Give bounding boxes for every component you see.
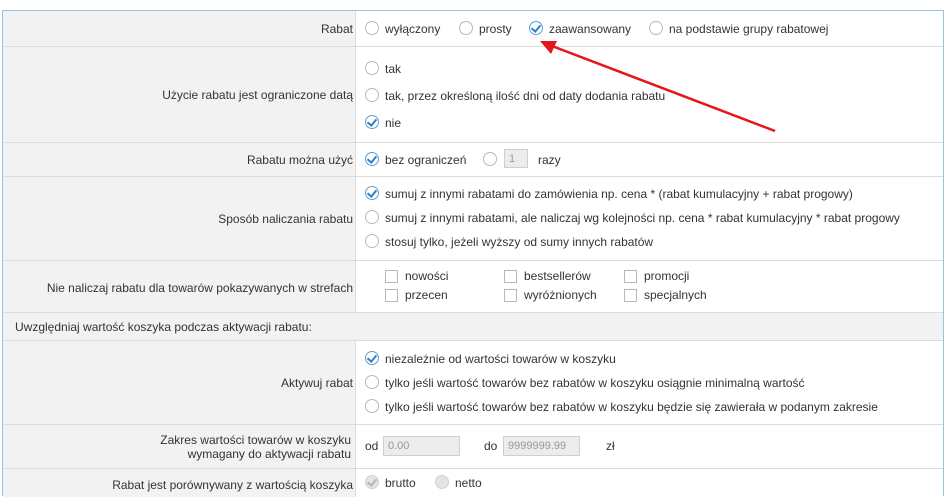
radio-date-days[interactable] (365, 88, 379, 102)
checkbox-zone-nowosci[interactable] (385, 270, 398, 283)
row-rabat: Rabat wyłączony prosty zaawansowany na p… (3, 11, 943, 47)
row-activate: Aktywuj rabat niezależnie od wartości to… (3, 341, 943, 425)
usage-values: bez ograniczeń 1 razy (355, 143, 943, 176)
calc-method-values: sumuj z innymi rabatami do zamówienia np… (355, 177, 943, 260)
calc-option-label: sumuj z innymi rabatami do zamówienia np… (385, 187, 853, 201)
activate-option-label: tylko jeśli wartość towarów bez rabatów … (385, 400, 878, 414)
radio-activate-always[interactable] (365, 351, 379, 365)
checkbox-zone-bestsellerow[interactable] (504, 270, 517, 283)
discount-settings-form: Rabat wyłączony prosty zaawansowany na p… (2, 10, 944, 497)
zone-label: promocji (644, 269, 690, 283)
zones-label: Nie naliczaj rabatu dla towarów pokazywa… (46, 281, 353, 295)
range-currency: zł (606, 439, 615, 453)
rabat-values: wyłączony prosty zaawansowany na podstaw… (355, 11, 943, 46)
compare-label: Rabat jest porównywany z wartością koszy… (112, 478, 353, 492)
activate-option-label: tylko jeśli wartość towarów bez rabatów … (385, 376, 805, 390)
row-range: Zakres wartości towarów w koszyku wymaga… (3, 425, 943, 469)
radio-rabat-wylaczony[interactable] (365, 21, 379, 35)
range-label: Zakres wartości towarów w koszyku wymaga… (160, 433, 351, 461)
compare-values: brutto netto (355, 469, 943, 497)
date-option-label: tak (385, 62, 402, 76)
checkbox-zone-wyroznionych[interactable] (504, 289, 517, 302)
radio-activate-min[interactable] (365, 375, 379, 389)
radio-usage-unlimited[interactable] (365, 152, 379, 166)
row-compare: Rabat jest porównywany z wartością koszy… (3, 469, 943, 497)
row-zones: Nie naliczaj rabatu dla towarów pokazywa… (3, 261, 943, 313)
calc-option-label: stosuj tylko, jeżeli wyższy od sumy inny… (385, 235, 654, 249)
row-usage: Rabatu można użyć bez ograniczeń 1 razy (3, 143, 943, 177)
usage-label: Rabatu można użyć (246, 153, 353, 167)
zone-label: bestsellerów (524, 269, 591, 283)
range-values: od 0.00 do 9999999.99 zł (355, 425, 943, 468)
rabat-option-label: wyłączony (385, 22, 441, 36)
rabat-option-label: zaawansowany (549, 22, 632, 36)
range-to-label: do (484, 439, 498, 453)
row-date-limit: Użycie rabatu jest ograniczone datą tak … (3, 47, 943, 143)
zone-label: wyróżnionych (524, 288, 597, 302)
calc-method-label: Sposób naliczania rabatu (218, 212, 353, 226)
radio-usage-count[interactable] (483, 152, 497, 166)
rabat-option-label: prosty (479, 22, 512, 36)
date-limit-label: Użycie rabatu jest ograniczone datą (162, 88, 353, 102)
date-option-label: nie (385, 116, 402, 130)
range-from-input[interactable]: 0.00 (383, 436, 460, 456)
zone-label: nowości (405, 269, 449, 283)
radio-calc-cumulative[interactable] (365, 186, 379, 200)
checkbox-zone-promocji[interactable] (624, 270, 637, 283)
radio-date-nie[interactable] (365, 115, 379, 129)
rabat-label: Rabat (320, 22, 353, 36)
checkbox-zone-przecen[interactable] (385, 289, 398, 302)
range-to-input[interactable]: 9999999.99 (503, 436, 580, 456)
rabat-option-label: na podstawie grupy rabatowej (669, 22, 829, 36)
zone-label: przecen (405, 288, 448, 302)
activate-option-label: niezależnie od wartości towarów w koszyk… (385, 352, 616, 366)
checkbox-zone-specjalnych[interactable] (624, 289, 637, 302)
activate-label: Aktywuj rabat (280, 376, 353, 390)
radio-compare-netto[interactable] (435, 475, 449, 489)
radio-date-tak[interactable] (365, 61, 379, 75)
usage-count-unit: razy (538, 153, 561, 167)
radio-rabat-grupa[interactable] (649, 21, 663, 35)
radio-calc-sequential[interactable] (365, 210, 379, 224)
row-calc-method: Sposób naliczania rabatu sumuj z innymi … (3, 177, 943, 261)
radio-calc-higher[interactable] (365, 234, 379, 248)
usage-unlimited-label: bez ograniczeń (385, 153, 467, 167)
calc-option-label: sumuj z innymi rabatami, ale naliczaj wg… (385, 211, 900, 225)
section-title: Uwzględniaj wartość koszyka podczas akty… (15, 320, 312, 334)
date-limit-values: tak tak, przez określoną ilość dni od da… (355, 47, 943, 142)
radio-activate-range[interactable] (365, 399, 379, 413)
range-from-label: od (365, 439, 379, 453)
radio-compare-brutto[interactable] (365, 475, 379, 489)
radio-rabat-prosty[interactable] (459, 21, 473, 35)
compare-option-label: brutto (385, 476, 416, 490)
radio-rabat-zaawansowany[interactable] (529, 21, 543, 35)
usage-count-input[interactable]: 1 (504, 149, 528, 168)
activate-values: niezależnie od wartości towarów w koszyk… (355, 341, 943, 424)
row-section-cart-value: Uwzględniaj wartość koszyka podczas akty… (3, 313, 943, 341)
zone-label: specjalnych (644, 288, 707, 302)
compare-option-label: netto (455, 476, 482, 490)
date-option-label: tak, przez określoną ilość dni od daty d… (385, 89, 666, 103)
zones-values: nowości bestsellerów promocji przecen wy… (355, 261, 943, 312)
